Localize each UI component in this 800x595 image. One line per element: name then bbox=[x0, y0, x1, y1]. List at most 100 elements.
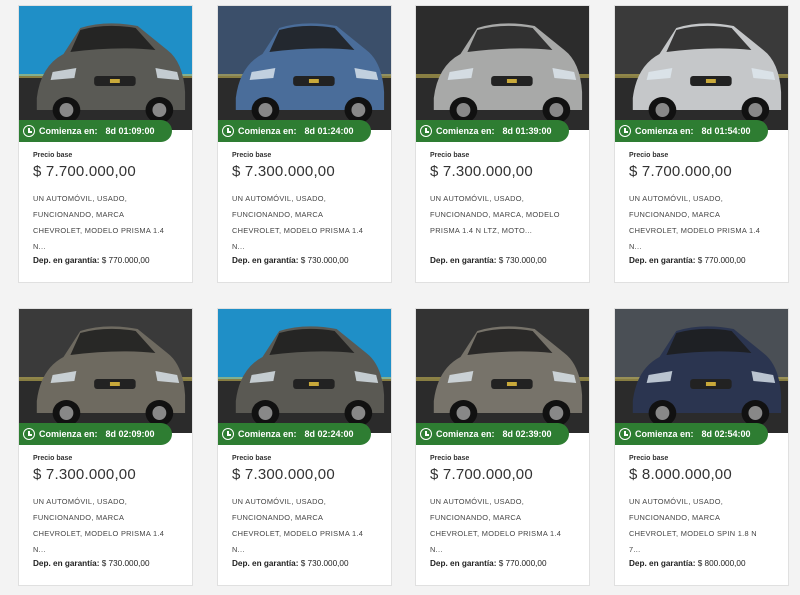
deposit-value: $ 730.000,00 bbox=[101, 559, 150, 568]
deposit: Dep. en garantía: $ 730.000,00 bbox=[232, 559, 381, 568]
description-line: CHEVROLET, MODELO PRISMA 1.4 bbox=[33, 529, 165, 538]
description-line: N... bbox=[232, 545, 245, 554]
clock-icon bbox=[23, 428, 35, 440]
description-line: UN AUTOMÓVIL, USADO, bbox=[33, 194, 128, 203]
auction-card[interactable]: Comienza en: 8d 02:54:00 Precio base $ 8… bbox=[614, 308, 789, 586]
countdown-badge: Comienza en: 8d 01:09:00 bbox=[19, 120, 172, 142]
starts-label: Comienza en: bbox=[39, 126, 98, 136]
countdown-badge: Comienza en: 8d 02:24:00 bbox=[218, 423, 371, 445]
auction-card[interactable]: Comienza en: 8d 01:39:00 Precio base $ 7… bbox=[415, 5, 590, 283]
countdown-value: 8d 02:54:00 bbox=[701, 429, 751, 439]
base-price-label: Precio base bbox=[33, 455, 73, 462]
car-image bbox=[218, 6, 391, 130]
car-image bbox=[218, 309, 391, 433]
deposit-label: Dep. en garantía: bbox=[232, 256, 299, 265]
countdown-value: 8d 01:39:00 bbox=[502, 126, 552, 136]
car-image bbox=[416, 309, 589, 433]
description-line: N... bbox=[232, 242, 245, 251]
auction-card[interactable]: Comienza en: 8d 01:54:00 Precio base $ 7… bbox=[614, 5, 789, 283]
vehicle-photo[interactable] bbox=[615, 309, 788, 433]
clock-icon bbox=[420, 428, 432, 440]
starts-label: Comienza en: bbox=[635, 429, 694, 439]
vehicle-photo[interactable] bbox=[19, 309, 192, 433]
auction-card[interactable]: Comienza en: 8d 01:24:00 Precio base $ 7… bbox=[217, 5, 392, 283]
countdown-badge: Comienza en: 8d 01:24:00 bbox=[218, 120, 371, 142]
car-image bbox=[615, 309, 788, 433]
clock-icon bbox=[619, 428, 631, 440]
starts-label: Comienza en: bbox=[238, 429, 297, 439]
auction-grid: Comienza en: 8d 01:09:00 Precio base $ 7… bbox=[0, 0, 800, 595]
deposit: Dep. en garantía: $ 730.000,00 bbox=[232, 256, 381, 265]
base-price: $ 7.700.000,00 bbox=[33, 163, 136, 180]
vehicle-description: UN AUTOMÓVIL, USADO, FUNCIONANDO, MARCA … bbox=[629, 494, 778, 558]
countdown-badge: Comienza en: 8d 01:54:00 bbox=[615, 120, 768, 142]
vehicle-photo[interactable] bbox=[615, 6, 788, 130]
vehicle-description: UN AUTOMÓVIL, USADO, FUNCIONANDO, MARCA … bbox=[232, 494, 381, 558]
countdown-badge: Comienza en: 8d 02:39:00 bbox=[416, 423, 569, 445]
countdown-value: 8d 02:09:00 bbox=[105, 429, 155, 439]
deposit-value: $ 770.000,00 bbox=[498, 559, 547, 568]
description-line: 7... bbox=[629, 545, 641, 554]
countdown-badge: Comienza en: 8d 02:54:00 bbox=[615, 423, 768, 445]
deposit: Dep. en garantía: $ 730.000,00 bbox=[33, 559, 182, 568]
countdown-badge: Comienza en: 8d 02:09:00 bbox=[19, 423, 172, 445]
deposit-value: $ 770.000,00 bbox=[697, 256, 746, 265]
clock-icon bbox=[222, 125, 234, 137]
auction-card[interactable]: Comienza en: 8d 02:09:00 Precio base $ 7… bbox=[18, 308, 193, 586]
auction-card[interactable]: Comienza en: 8d 01:09:00 Precio base $ 7… bbox=[18, 5, 193, 283]
vehicle-photo[interactable] bbox=[19, 6, 192, 130]
clock-icon bbox=[619, 125, 631, 137]
base-price-label: Precio base bbox=[629, 455, 669, 462]
base-price-label: Precio base bbox=[33, 152, 73, 159]
description-line: UN AUTOMÓVIL, USADO, bbox=[232, 194, 327, 203]
vehicle-description: UN AUTOMÓVIL, USADO, FUNCIONANDO, MARCA … bbox=[232, 191, 381, 255]
car-image bbox=[416, 6, 589, 130]
deposit: Dep. en garantía: $ 730.000,00 bbox=[430, 256, 579, 265]
countdown-value: 8d 02:39:00 bbox=[502, 429, 552, 439]
description-line: CHEVROLET, MODELO PRISMA 1.4 bbox=[430, 529, 562, 538]
deposit-value: $ 730.000,00 bbox=[498, 256, 547, 265]
starts-label: Comienza en: bbox=[238, 126, 297, 136]
vehicle-photo[interactable] bbox=[416, 309, 589, 433]
deposit-label: Dep. en garantía: bbox=[33, 256, 100, 265]
vehicle-photo[interactable] bbox=[218, 6, 391, 130]
deposit-label: Dep. en garantía: bbox=[430, 559, 497, 568]
description-line: UN AUTOMÓVIL, USADO, bbox=[430, 497, 525, 506]
description-line: FUNCIONANDO, MARCA bbox=[430, 513, 522, 522]
description-line: UN AUTOMÓVIL, USADO, bbox=[232, 497, 327, 506]
description-line: UN AUTOMÓVIL, USADO, bbox=[629, 497, 724, 506]
description-line: FUNCIONANDO, MARCA bbox=[232, 210, 324, 219]
car-image bbox=[615, 6, 788, 130]
vehicle-description: UN AUTOMÓVIL, USADO, FUNCIONANDO, MARCA … bbox=[33, 191, 182, 255]
description-line: CHEVROLET, MODELO PRISMA 1.4 bbox=[629, 226, 761, 235]
countdown-value: 8d 01:24:00 bbox=[304, 126, 354, 136]
description-line: PRISMA 1.4 N LTZ, MOTO... bbox=[430, 226, 533, 235]
base-price: $ 7.700.000,00 bbox=[430, 466, 533, 483]
countdown-badge: Comienza en: 8d 01:39:00 bbox=[416, 120, 569, 142]
auction-card[interactable]: Comienza en: 8d 02:24:00 Precio base $ 7… bbox=[217, 308, 392, 586]
base-price-label: Precio base bbox=[430, 455, 470, 462]
base-price-label: Precio base bbox=[232, 455, 272, 462]
description-line: N... bbox=[33, 242, 46, 251]
countdown-value: 8d 01:54:00 bbox=[701, 126, 751, 136]
base-price: $ 7.300.000,00 bbox=[33, 466, 136, 483]
countdown-value: 8d 01:09:00 bbox=[105, 126, 155, 136]
vehicle-photo[interactable] bbox=[416, 6, 589, 130]
deposit-label: Dep. en garantía: bbox=[33, 559, 100, 568]
deposit-label: Dep. en garantía: bbox=[232, 559, 299, 568]
description-line: N... bbox=[629, 242, 642, 251]
description-line: FUNCIONANDO, MARCA bbox=[232, 513, 324, 522]
starts-label: Comienza en: bbox=[635, 126, 694, 136]
deposit: Dep. en garantía: $ 770.000,00 bbox=[33, 256, 182, 265]
description-line: FUNCIONANDO, MARCA bbox=[629, 513, 721, 522]
auction-card[interactable]: Comienza en: 8d 02:39:00 Precio base $ 7… bbox=[415, 308, 590, 586]
deposit-value: $ 770.000,00 bbox=[101, 256, 150, 265]
deposit-label: Dep. en garantía: bbox=[430, 256, 497, 265]
vehicle-photo[interactable] bbox=[218, 309, 391, 433]
description-line: UN AUTOMÓVIL, USADO, bbox=[430, 194, 525, 203]
deposit-value: $ 800.000,00 bbox=[697, 559, 746, 568]
description-line: FUNCIONANDO, MARCA bbox=[33, 513, 125, 522]
clock-icon bbox=[222, 428, 234, 440]
base-price-label: Precio base bbox=[232, 152, 272, 159]
vehicle-description: UN AUTOMÓVIL, USADO, FUNCIONANDO, MARCA … bbox=[430, 494, 579, 558]
